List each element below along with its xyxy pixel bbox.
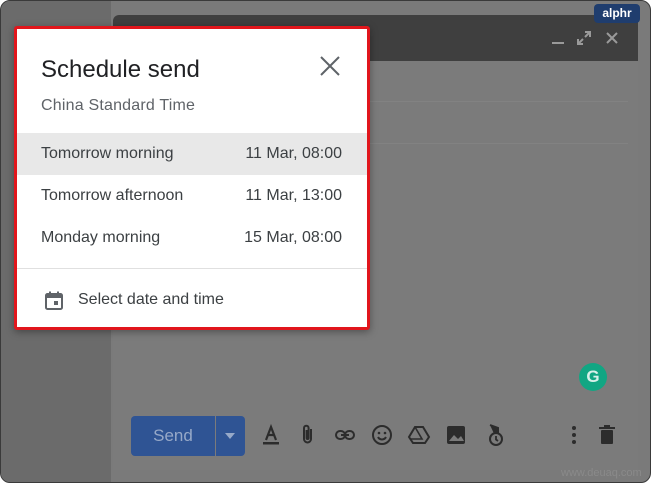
chevron-down-icon	[225, 433, 235, 439]
select-date-time-option[interactable]: Select date and time	[17, 281, 367, 323]
format-text-icon[interactable]	[258, 422, 284, 448]
more-options-icon[interactable]	[561, 422, 587, 448]
send-options-button[interactable]	[216, 416, 245, 456]
option-time: 15 Mar, 08:00	[244, 229, 342, 246]
send-button[interactable]: Send	[131, 416, 215, 456]
site-watermark: www.deuaq.com	[561, 467, 642, 479]
option-label: Tomorrow morning	[41, 145, 174, 162]
compose-toolbar: Send	[113, 410, 638, 460]
app-frame: G Send alphr www.deuaq.com Schedule send…	[0, 0, 651, 483]
recipients-divider	[368, 101, 628, 102]
option-monday-morning[interactable]: Monday morning 15 Mar, 08:00	[17, 217, 367, 259]
emoji-icon[interactable]	[369, 422, 395, 448]
trash-icon[interactable]	[594, 422, 620, 448]
timezone-label: China Standard Time	[41, 97, 196, 114]
drive-icon[interactable]	[406, 422, 432, 448]
divider	[17, 268, 367, 269]
option-label: Tomorrow afternoon	[41, 187, 184, 204]
link-icon[interactable]	[332, 422, 358, 448]
grammarly-button[interactable]: G	[579, 363, 607, 391]
attach-icon[interactable]	[295, 422, 321, 448]
option-tomorrow-morning[interactable]: Tomorrow morning 11 Mar, 08:00	[17, 133, 367, 175]
grammarly-letter: G	[586, 367, 600, 386]
brand-watermark: alphr	[594, 4, 640, 23]
expand-icon[interactable]	[575, 29, 593, 47]
close-icon[interactable]	[319, 55, 341, 77]
minimize-icon[interactable]	[549, 29, 567, 47]
confidential-icon[interactable]	[480, 422, 506, 448]
option-label: Monday morning	[41, 229, 161, 246]
option-tomorrow-afternoon[interactable]: Tomorrow afternoon 11 Mar, 13:00	[17, 175, 367, 217]
option-time: 11 Mar, 13:00	[245, 187, 342, 204]
option-time: 11 Mar, 08:00	[245, 145, 342, 162]
subject-divider	[368, 143, 628, 144]
schedule-send-dialog: Schedule send China Standard Time Tomorr…	[14, 26, 370, 330]
select-date-time-label: Select date and time	[78, 291, 224, 308]
dialog-title: Schedule send	[41, 56, 200, 83]
image-icon[interactable]	[443, 422, 469, 448]
close-icon[interactable]	[603, 29, 621, 47]
calendar-icon	[43, 290, 65, 312]
